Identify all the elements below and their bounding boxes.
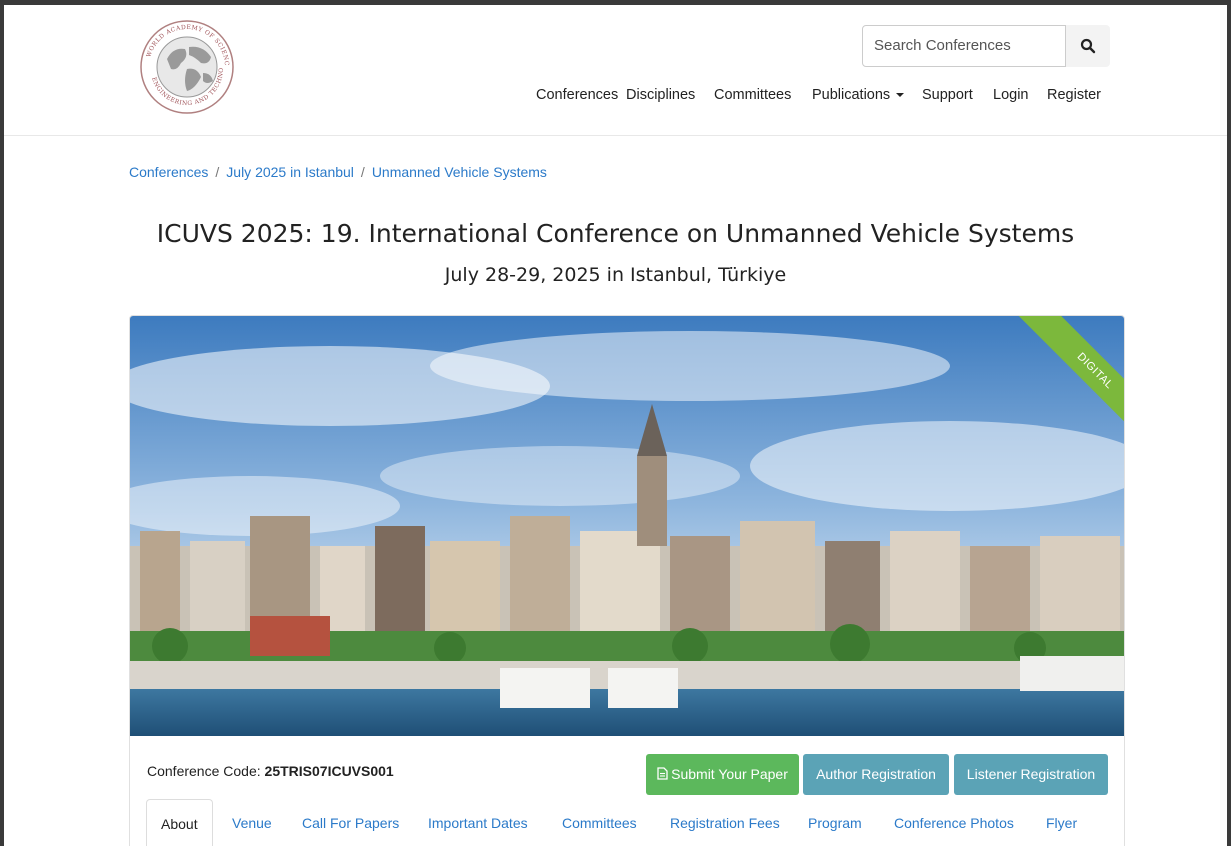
submit-paper-button[interactable]: Submit Your Paper xyxy=(646,754,799,795)
listener-registration-button[interactable]: Listener Registration xyxy=(954,754,1108,795)
tab-conference-photos[interactable]: Conference Photos xyxy=(894,799,1014,846)
search-button[interactable] xyxy=(1066,25,1110,67)
nav-support[interactable]: Support xyxy=(922,83,973,107)
nav-publications[interactable]: Publications xyxy=(812,83,905,107)
tab-program[interactable]: Program xyxy=(808,799,862,846)
tab-registration-fees[interactable]: Registration Fees xyxy=(670,799,780,846)
search-icon xyxy=(1080,38,1096,54)
nav-register[interactable]: Register xyxy=(1047,83,1101,107)
nav-conferences[interactable]: Conferences xyxy=(536,83,618,107)
page-title: ICUVS 2025: 19. International Conference… xyxy=(156,219,1075,248)
breadcrumb-separator: / xyxy=(360,164,365,180)
tab-call-for-papers[interactable]: Call For Papers xyxy=(302,799,399,846)
author-registration-button[interactable]: Author Registration xyxy=(803,754,949,795)
conference-card: DIGITAL Conference Code: 25TRIS07ICUVS00… xyxy=(129,315,1125,846)
tab-about[interactable]: About xyxy=(146,799,213,846)
conference-code: Conference Code: 25TRIS07ICUVS001 xyxy=(147,763,394,779)
nav-disciplines[interactable]: Disciplines xyxy=(626,83,695,107)
submit-paper-label: Submit Your Paper xyxy=(671,766,788,782)
conference-code-value: 25TRIS07ICUVS001 xyxy=(264,763,394,779)
main-nav: Conferences Disciplines Committees Publi… xyxy=(4,83,1227,107)
page-subtitle: July 28-29, 2025 in Istanbul, Türkiye xyxy=(444,264,787,286)
istanbul-skyline-image xyxy=(130,316,1124,736)
breadcrumb-separator: / xyxy=(215,164,220,180)
tab-venue[interactable]: Venue xyxy=(232,799,272,846)
conference-banner-image: DIGITAL xyxy=(130,316,1124,736)
window-right-border xyxy=(1227,0,1231,846)
site-header: WORLD ACADEMY OF SCIENCE ENGINEERING AND… xyxy=(4,5,1227,136)
breadcrumb: Conferences / July 2025 in Istanbul / Unmann… xyxy=(129,164,547,180)
conference-tabs: About Venue Call For Papers Important Da… xyxy=(146,799,1124,846)
breadcrumb-month[interactable]: July 2025 in Istanbul xyxy=(226,164,354,180)
tab-committees[interactable]: Committees xyxy=(562,799,637,846)
caret-down-icon xyxy=(896,93,905,98)
nav-committees[interactable]: Committees xyxy=(714,83,791,107)
nav-publications-label: Publications xyxy=(812,87,891,103)
tab-flyer[interactable]: Flyer xyxy=(1046,799,1077,846)
tab-important-dates[interactable]: Important Dates xyxy=(428,799,528,846)
document-icon xyxy=(657,767,668,780)
breadcrumb-conferences[interactable]: Conferences xyxy=(129,164,208,180)
nav-login[interactable]: Login xyxy=(993,83,1028,107)
conference-code-label: Conference Code: xyxy=(147,763,261,779)
search-input[interactable]: Search Conferences xyxy=(862,25,1066,67)
breadcrumb-topic[interactable]: Unmanned Vehicle Systems xyxy=(372,164,547,180)
